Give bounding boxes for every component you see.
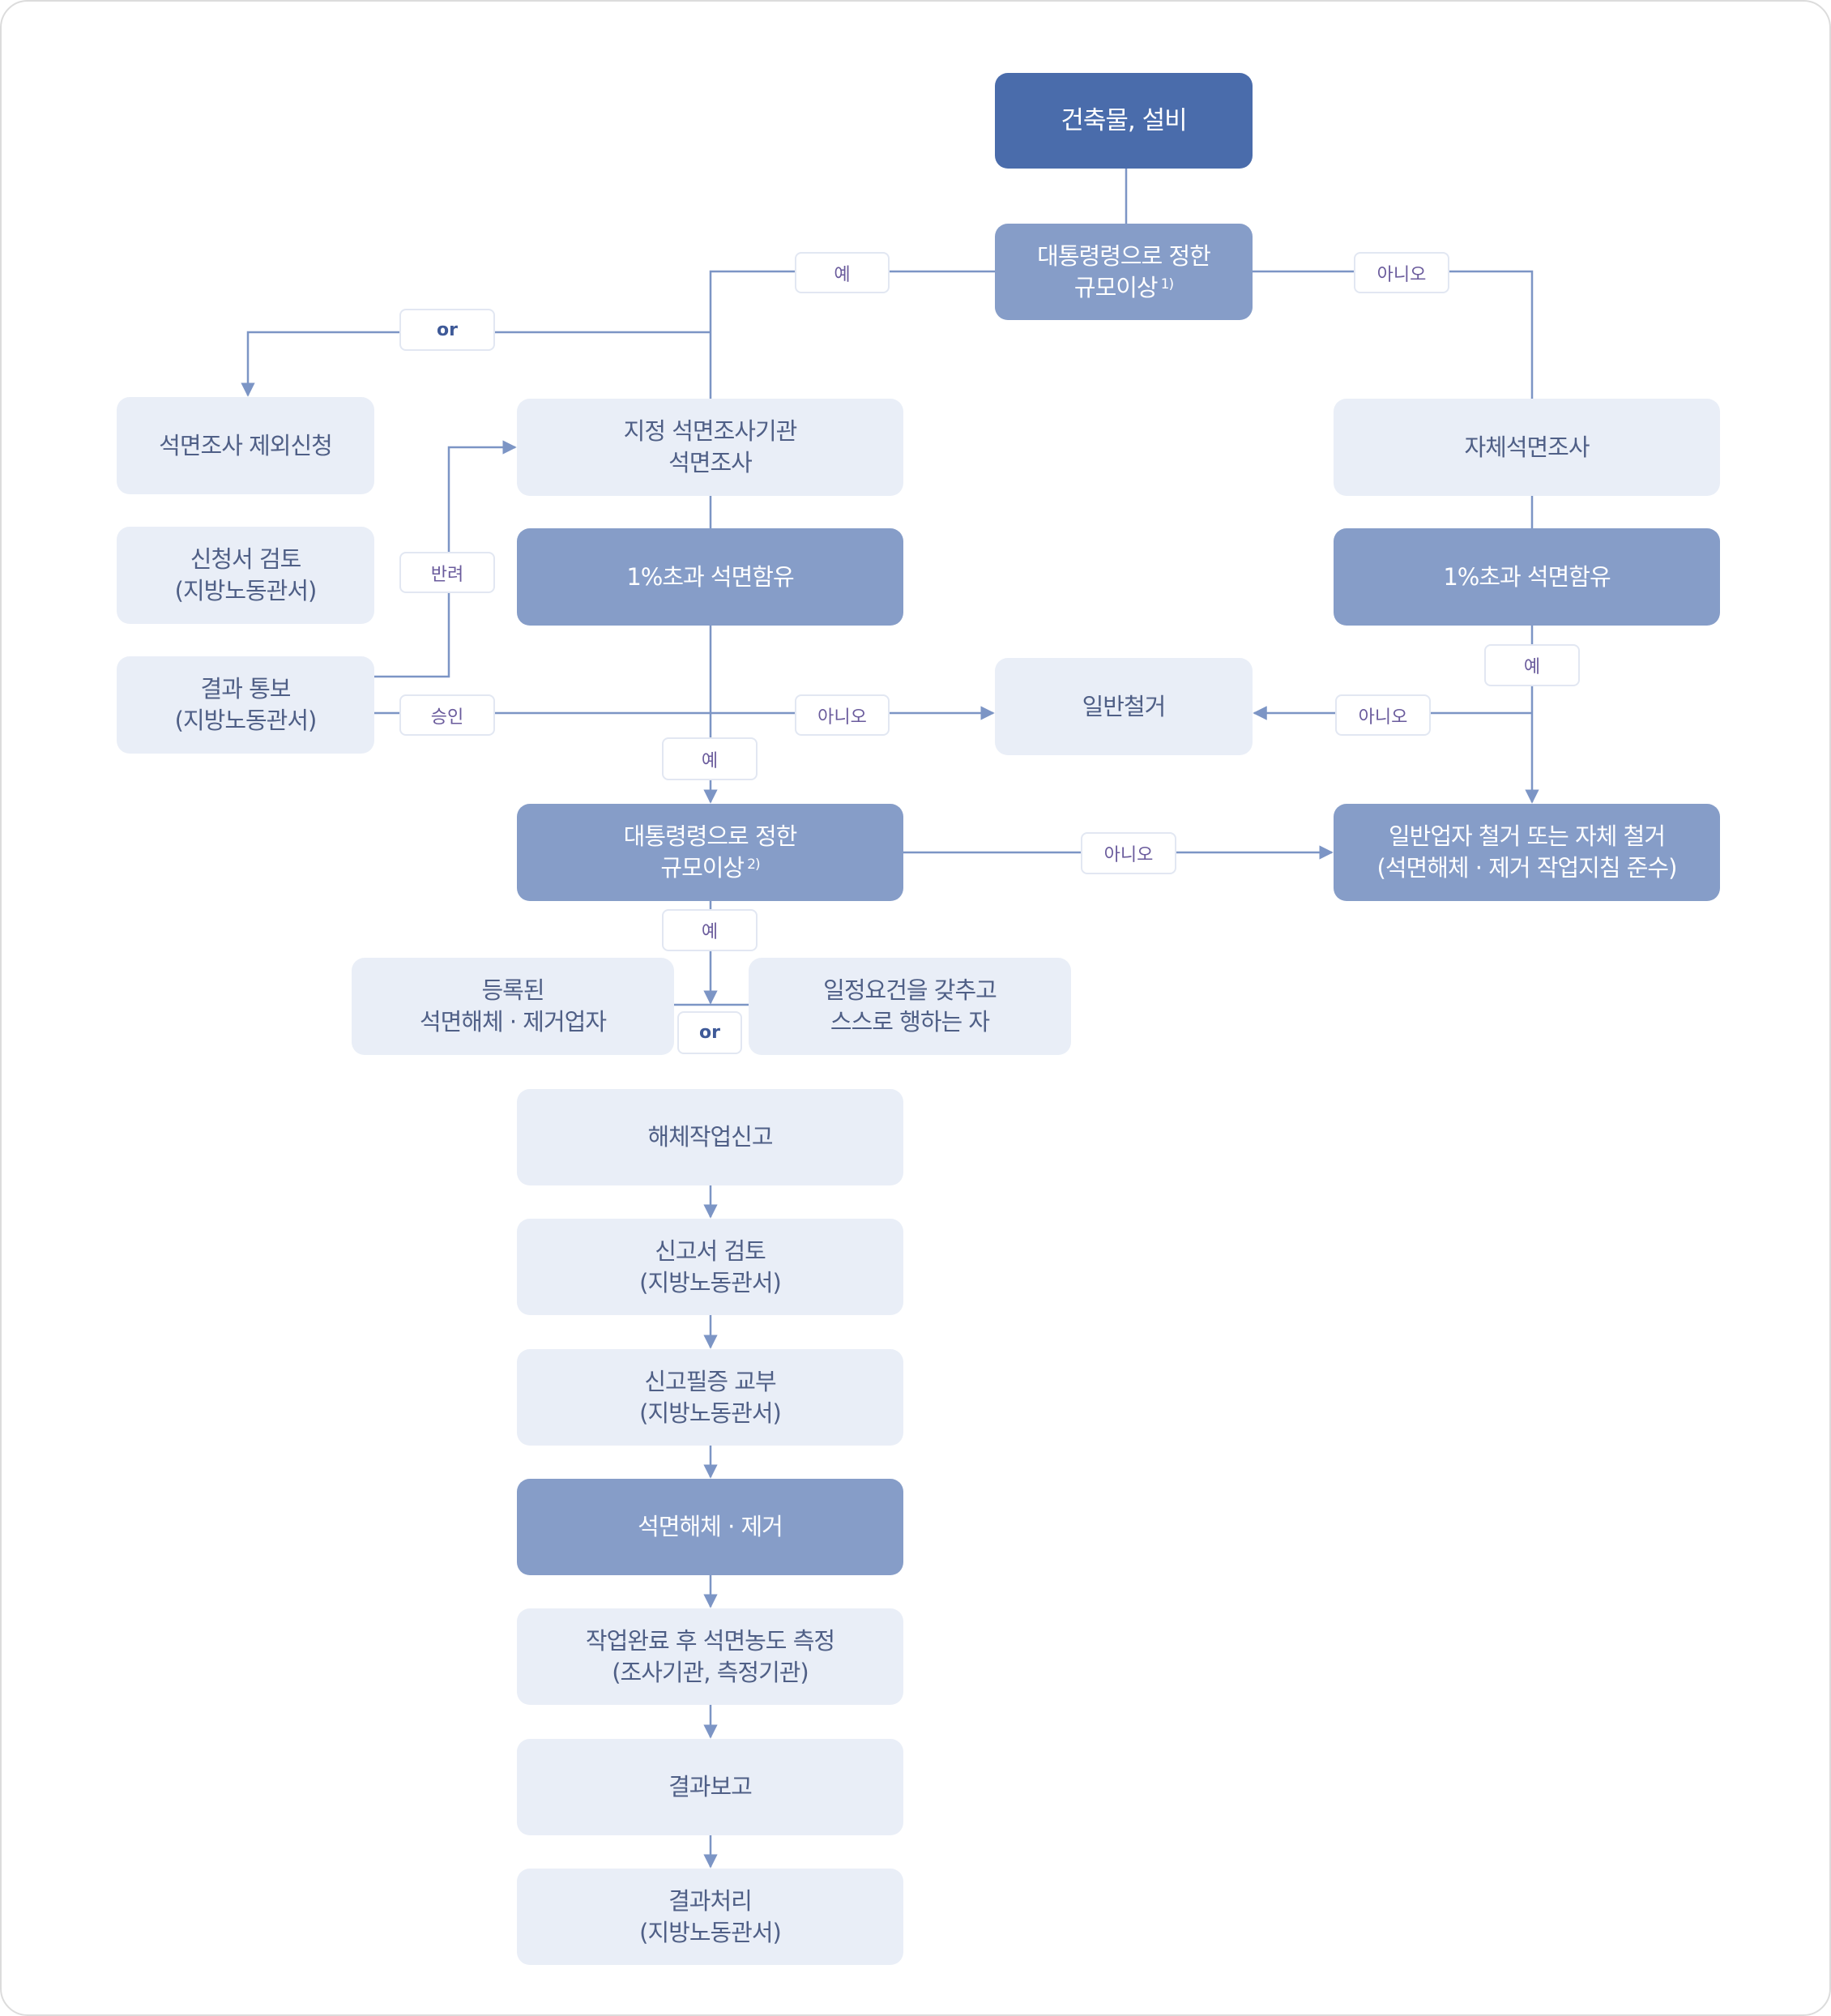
node-asbestos-right: 1%초과 석면함유: [1334, 528, 1720, 626]
label-yes-right: 예: [1484, 644, 1580, 686]
label-no-top: 아니오: [1354, 252, 1449, 293]
node-decision2: 대통령령으로 정한 규모이상 2): [517, 804, 903, 901]
label-yes-mid-center: 예: [662, 737, 758, 780]
node-exclusion-request: 석면조사 제외신청: [117, 397, 374, 494]
node-concentration-measure: 작업완료 후 석면농도 측정 (조사기관, 측정기관): [517, 1608, 903, 1705]
node-start: 건축물, 설비: [995, 73, 1253, 169]
node-general-contractor: 일반업자 철거 또는 자체 철거 (석면해체 · 제거 작업지침 준수): [1334, 804, 1720, 901]
node-result-report: 결과보고: [517, 1739, 903, 1835]
node-general-demolition: 일반철거: [995, 658, 1253, 755]
node-self-qualified: 일정요건을 갖추고 스스로 행하는 자: [749, 958, 1071, 1055]
node-asbestos-left: 1%초과 석면함유: [517, 528, 903, 626]
node-result-processing: 결과처리 (지방노동관서): [517, 1869, 903, 1965]
label-no-decision2: 아니오: [1081, 832, 1176, 874]
label-yes-top: 예: [795, 252, 890, 293]
decision1-text: 대통령령으로 정한 규모이상: [1037, 241, 1211, 301]
node-designated-survey: 지정 석면조사기관 석면조사: [517, 399, 903, 496]
node-self-survey: 자체석면조사: [1334, 399, 1720, 496]
label-no-mid-left: 아니오: [795, 694, 890, 736]
label-rejected: 반려: [399, 552, 495, 593]
label-no-mid-right: 아니오: [1335, 694, 1431, 736]
label-approved: 승인: [399, 694, 495, 736]
label-or-top: or: [399, 309, 495, 351]
node-registered-contractor: 등록된 석면해체 · 제거업자: [352, 958, 674, 1055]
label-or-bottom: or: [677, 1011, 742, 1054]
node-certificate-issue: 신고필증 교부 (지방노동관서): [517, 1349, 903, 1446]
node-demolition-report: 해체작업신고: [517, 1089, 903, 1185]
node-result-notice: 결과 통보 (지방노동관서): [117, 656, 374, 754]
footnote-2: 2): [747, 856, 760, 873]
node-report-review: 신고서 검토 (지방노동관서): [517, 1219, 903, 1315]
node-removal: 석면해체 · 제거: [517, 1479, 903, 1575]
node-decision1: 대통령령으로 정한 규모이상 1): [995, 224, 1253, 320]
footnote-1: 1): [1160, 275, 1174, 293]
node-application-review: 신청서 검토 (지방노동관서): [117, 527, 374, 624]
decision2-text: 대통령령으로 정한 규모이상: [623, 822, 798, 882]
label-yes-decision2: 예: [662, 909, 758, 951]
